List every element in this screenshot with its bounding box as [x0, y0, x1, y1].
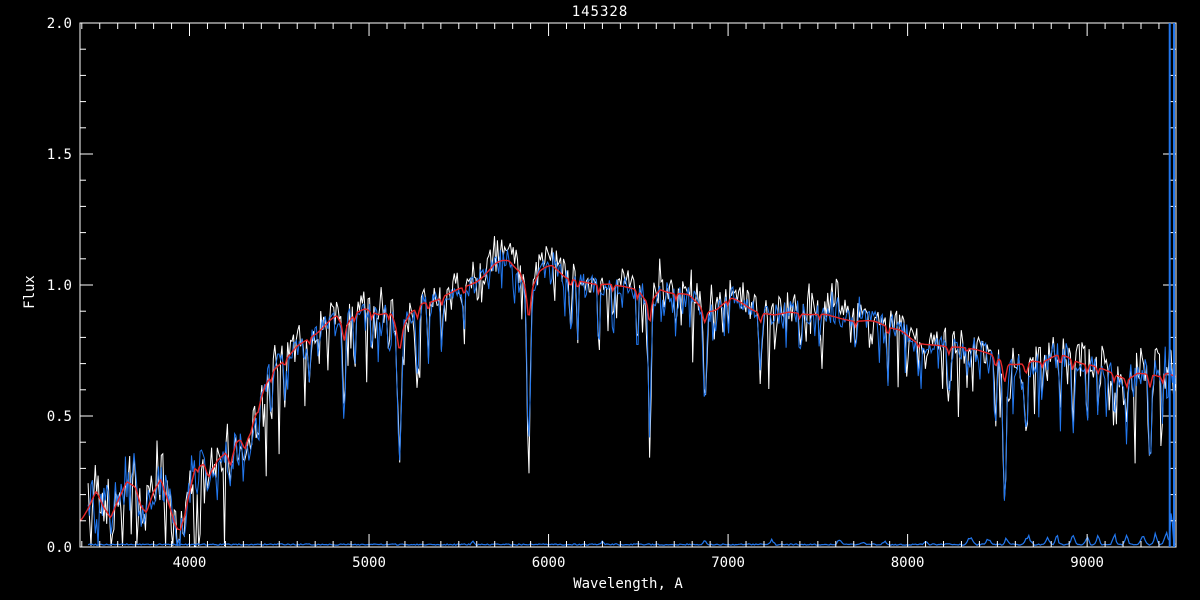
y-tick-label: 0.0	[47, 540, 72, 556]
spectrum-plot-window: 4000 5000 6000 7000 8000 9000 0.0 0.5 1.0 1.5 2.0 …	[0, 0, 1200, 600]
y-tick-label: 1.5	[47, 147, 72, 163]
x-tick-label: 6000	[532, 555, 566, 571]
x-axis-label: Wavelength, A	[573, 576, 683, 592]
y-axis-label: Flux	[22, 275, 38, 309]
y-tick-label: 1.0	[47, 278, 72, 294]
axis-frame	[79, 22, 1177, 548]
x-tick-label: 4000	[173, 555, 207, 571]
x-tick-label: 5000	[352, 555, 386, 571]
noise-spectrum	[87, 513, 1176, 546]
y-tick-label: 0.5	[47, 409, 72, 425]
spectrum-plot-canvas: 4000 5000 6000 7000 8000 90000.00.51.01.52.0	[47, 16, 1177, 571]
x-tick-label: 7000	[711, 555, 745, 571]
plot-title: 145328	[571, 4, 629, 20]
x-tick-label: 9000	[1070, 555, 1104, 571]
x-tick-label: 8000	[891, 555, 925, 571]
observed-spectrum	[87, 249, 1176, 547]
model-fit	[79, 259, 1177, 531]
